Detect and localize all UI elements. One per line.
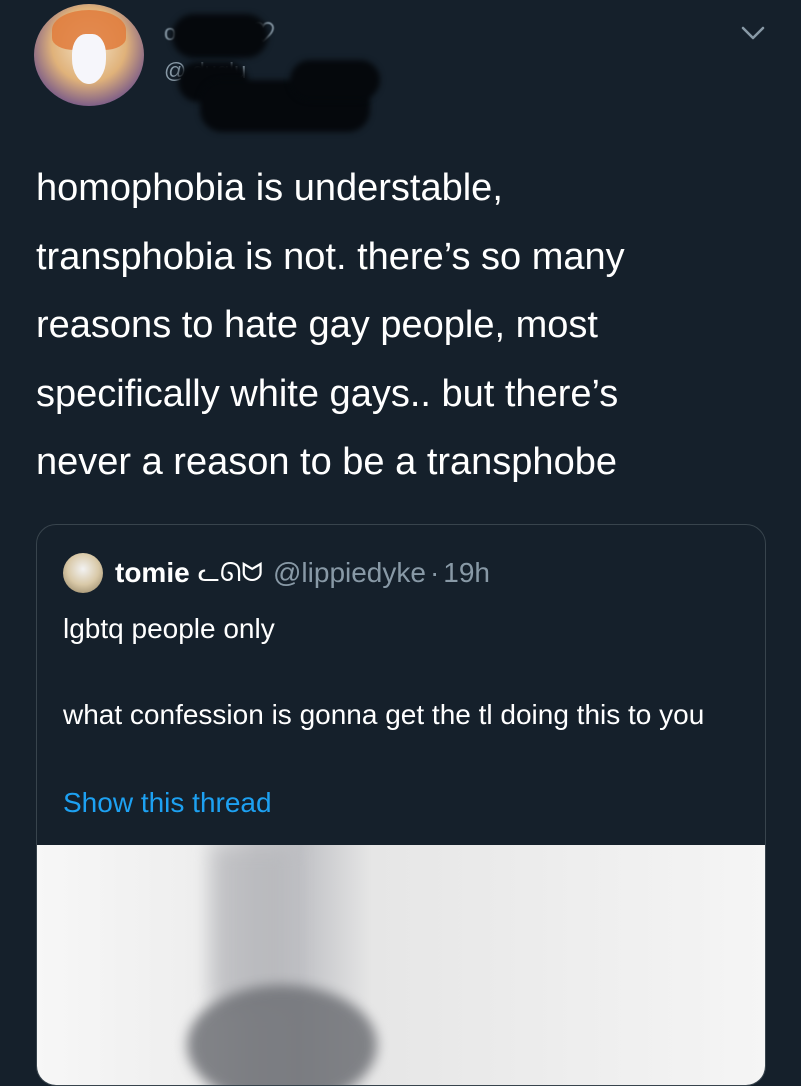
quoted-author-name[interactable]: tomie — [115, 557, 190, 589]
redaction-mark — [290, 60, 380, 100]
redaction-mark — [172, 14, 268, 58]
quoted-author-name-emoji: ᓚᘏᗢ — [197, 557, 263, 587]
quoted-media-image[interactable] — [37, 845, 765, 1085]
separator-dot: · — [429, 557, 440, 588]
quoted-tweet-card[interactable]: tomie ᓚᘏᗢ @lippiedyke · 19h lgbtq people… — [36, 524, 766, 1086]
quoted-text-paragraph: what confession is gonna get the tl doin… — [63, 699, 705, 730]
tweet-text: homophobia is understable, transphobia i… — [36, 154, 776, 497]
chevron-down-icon[interactable] — [738, 18, 768, 48]
tweet-text-line: never a reason to be a transphobe — [36, 441, 617, 483]
tweet-text-line: transphobia is not. there’s so many — [36, 235, 625, 278]
quoted-tweet-header: tomie ᓚᘏᗢ @lippiedyke · 19h — [63, 553, 490, 593]
author-avatar[interactable] — [34, 4, 144, 106]
quoted-timestamp[interactable]: 19h — [443, 557, 490, 589]
tweet-text-line: homophobia is understable, — [36, 167, 503, 209]
quoted-text-line: lgbtq people only — [63, 613, 275, 644]
tweet-text-line: reasons to hate gay people, most — [36, 304, 598, 346]
tweet-text-line: specifically white gays.. but there’s — [36, 372, 619, 415]
quoted-author-avatar[interactable] — [63, 553, 103, 593]
media-blur-shape — [212, 845, 292, 1005]
avatar-character-shape — [72, 34, 106, 84]
show-thread-link[interactable]: Show this thread — [63, 787, 272, 819]
quoted-author-handle[interactable]: @lippiedyke — [273, 557, 426, 589]
